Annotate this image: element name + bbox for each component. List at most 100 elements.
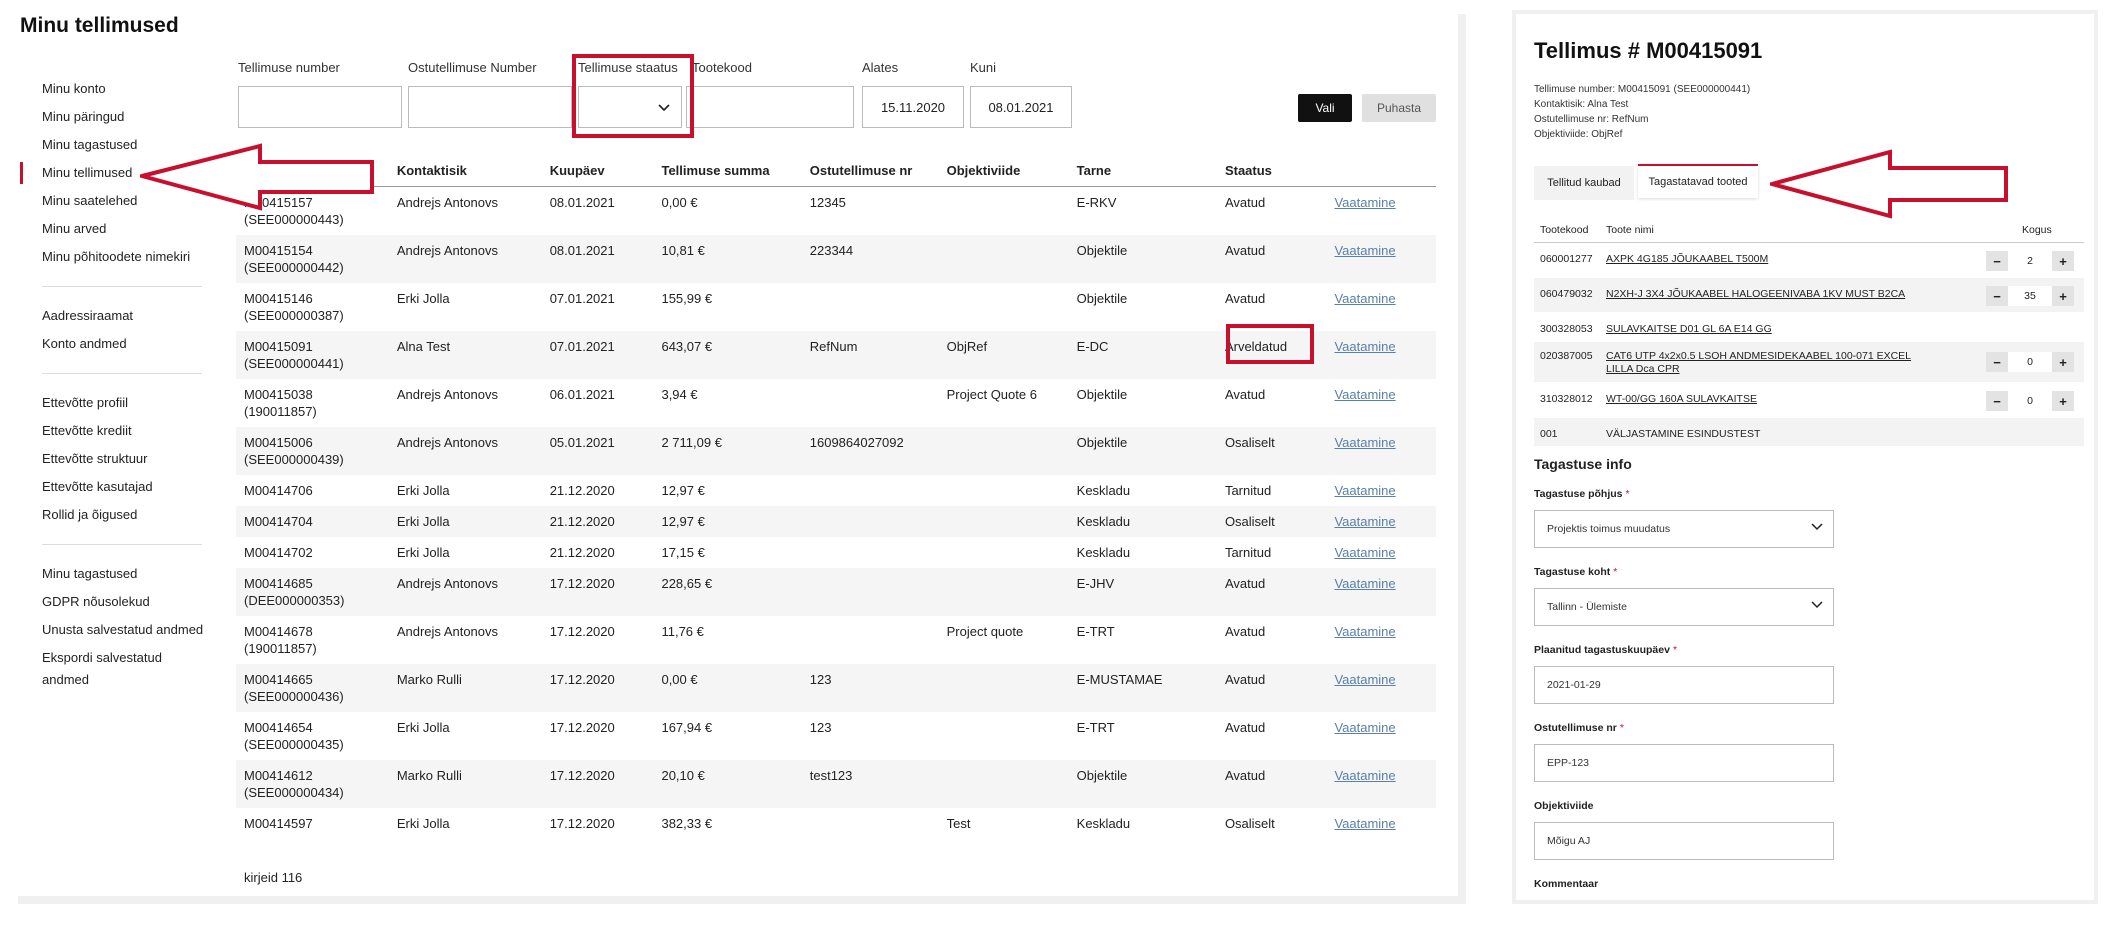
column-header[interactable]: Ostutellimuse nr (801, 152, 939, 187)
column-header[interactable] (1326, 152, 1436, 187)
delivery-cell: Keskladu (1076, 483, 1131, 498)
sidebar-item[interactable]: Minu päringud (20, 106, 210, 134)
product-row: 020387005 CAT6 UTP 4x2x0.5 LSOH ANDMESIDE… (1534, 342, 2084, 383)
order-number: M00414665 (244, 672, 313, 687)
order-number: M00414654 (244, 720, 313, 735)
column-header[interactable]: Staatus (1216, 152, 1327, 187)
view-order-link[interactable]: Vaatamine (1334, 195, 1395, 210)
quantity-input[interactable]: 0 (2008, 352, 2052, 372)
column-header[interactable]: Tarne (1068, 152, 1217, 187)
return-input[interactable]: Mõigu AJ (1534, 822, 1834, 860)
sidebar-item[interactable]: Ekspordi salvestatud andmed (20, 647, 210, 687)
column-header[interactable]: Objektiviide (938, 152, 1069, 187)
quantity-input[interactable]: 2 (2008, 251, 2052, 271)
view-order-link[interactable]: Vaatamine (1334, 624, 1395, 639)
contact-cell: Alna Test (388, 331, 542, 379)
order-number-input[interactable] (238, 86, 402, 128)
view-order-link[interactable]: Vaatamine (1334, 720, 1395, 735)
product-code: 001 (1540, 428, 1558, 440)
minus-icon[interactable]: − (1986, 251, 2008, 271)
sum-cell: 0,00 € (653, 664, 802, 712)
view-order-link[interactable]: Vaatamine (1334, 768, 1395, 783)
detail-meta-line: Tellimuse number: M00415091 (SEE00000044… (1534, 84, 1751, 95)
product-name-link[interactable]: AXPK 4G185 JÕUKAABEL T500M (1606, 253, 1936, 266)
purchase-order-cell (802, 475, 939, 506)
quantity-input[interactable]: 0 (2008, 391, 2052, 411)
return-input[interactable]: EPP-123 (1534, 744, 1834, 782)
view-order-link[interactable]: Vaatamine (1334, 576, 1395, 591)
order-number-cell: M00414702 (236, 537, 389, 568)
view-order-link[interactable]: Vaatamine (1334, 545, 1395, 560)
return-field-value: Tallinn - Ülemiste (1547, 601, 1627, 613)
sidebar-item[interactable]: Ettevõtte profiil (20, 392, 210, 420)
return-info-title: Tagastuse info (1534, 456, 1632, 472)
plus-icon[interactable]: + (2052, 352, 2074, 372)
product-code-input[interactable] (686, 86, 854, 128)
sidebar-item[interactable]: Aadressiraamat (20, 305, 210, 333)
plus-icon[interactable]: + (2052, 391, 2074, 411)
view-order-link[interactable]: Vaatamine (1334, 816, 1395, 831)
to-date-input[interactable]: 08.01.2021 (970, 86, 1072, 128)
view-order-link[interactable]: Vaatamine (1334, 387, 1395, 402)
from-date-input[interactable]: 15.11.2020 (862, 86, 964, 128)
plus-icon[interactable]: + (2052, 286, 2074, 306)
sidebar-item[interactable]: Ettevõtte kasutajad (20, 476, 210, 504)
view-link: Vaatamine (1326, 379, 1436, 427)
contact-cell: Andrejs Antonovs (396, 387, 499, 402)
view-order-link[interactable]: Vaatamine (1334, 483, 1395, 498)
sidebar-item[interactable]: Minu põhitoodete nimekiri (20, 246, 210, 274)
sidebar-item[interactable]: Minu konto (20, 78, 210, 106)
detail-meta-line: Kontaktisik: Alna Test (1534, 99, 1629, 110)
return-select[interactable]: Projektis toimus muudatus (1534, 510, 1834, 548)
minus-icon[interactable]: − (1986, 391, 2008, 411)
return-input[interactable]: 2021-01-29 (1534, 666, 1834, 704)
apply-filter-button[interactable]: Vali (1298, 94, 1352, 122)
product-table: Tootekood Toote nimi Kogus 060001277 AXPK… (1534, 218, 2084, 447)
object-reference-cell (938, 664, 1069, 712)
col-quantity: Kogus (2022, 224, 2052, 236)
view-order-link[interactable]: Vaatamine (1334, 514, 1395, 529)
clear-filter-button[interactable]: Puhasta (1362, 94, 1436, 122)
view-order-link[interactable]: Vaatamine (1334, 243, 1395, 258)
minus-icon[interactable]: − (1986, 286, 2008, 306)
return-field-label-text: Ostutellimuse nr (1534, 722, 1617, 734)
view-order-link[interactable]: Vaatamine (1334, 291, 1395, 306)
detail-meta: Tellimuse number: M00415091 (SEE00000044… (1534, 82, 1750, 142)
return-select[interactable]: Tallinn - Ülemiste (1534, 588, 1834, 626)
column-header[interactable]: Kontaktisik (388, 152, 542, 187)
order-number-cell: M00414665 (SEE000000436) (236, 664, 389, 712)
purchase-order-input[interactable] (408, 86, 572, 128)
tab-return-items[interactable]: Tagastatavad tooted (1638, 164, 1758, 198)
object-reference-cell (938, 760, 1069, 808)
plus-icon[interactable]: + (2052, 251, 2074, 271)
tab-ordered-items[interactable]: Tellitud kaubad (1534, 166, 1634, 200)
sum-cell: 3,94 € (661, 387, 698, 402)
column-header[interactable]: Kuupäev (541, 152, 654, 187)
sidebar-item[interactable]: Minu arved (20, 218, 210, 246)
order-status-select[interactable] (578, 86, 682, 128)
product-name-link[interactable]: CAT6 UTP 4x2x0.5 LSOH ANDMESIDEKAABEL 10… (1606, 350, 1936, 376)
sidebar-item[interactable]: Konto andmed (20, 333, 210, 361)
view-order-link[interactable]: Vaatamine (1334, 435, 1395, 450)
sidebar-item[interactable]: Unusta salvestatud andmed (20, 619, 210, 647)
quantity-input[interactable]: 35 (2008, 286, 2052, 306)
order-reference: (SEE000000436) (244, 689, 344, 704)
column-header[interactable]: Tellimuse summa (653, 152, 802, 187)
product-name-link[interactable]: N2XH-J 3X4 JÕUKAABEL HALOGEENIVABA 1KV M… (1606, 288, 1936, 301)
view-order-link[interactable]: Vaatamine (1334, 672, 1395, 687)
return-field-label-text: Tagastuse koht (1534, 566, 1611, 578)
view-link: Vaatamine (1326, 235, 1436, 283)
view-order-link[interactable]: Vaatamine (1334, 339, 1395, 354)
sidebar-item[interactable]: Rollid ja õigused (20, 504, 210, 532)
minus-icon[interactable]: − (1986, 352, 2008, 372)
product-name-link[interactable]: SULAVKAITSE D01 GL 6A E14 GG (1606, 323, 1936, 336)
sidebar-item[interactable]: Minu tagastused (20, 563, 210, 591)
sidebar-item[interactable]: Ettevõtte krediit (20, 420, 210, 448)
quantity-stepper: −2 + (1986, 251, 2074, 271)
product-name-link[interactable]: WT-00/GG 160A SULAVKAITSE (1606, 393, 1936, 406)
sidebar-item[interactable]: GDPR nõusolekud (20, 591, 210, 619)
required-marker: * (1613, 566, 1618, 578)
view-link: Vaatamine (1326, 616, 1436, 664)
return-field-label: Tagastuse põhjus * (1534, 488, 1630, 500)
sidebar-item[interactable]: Ettevõtte struktuur (20, 448, 210, 476)
